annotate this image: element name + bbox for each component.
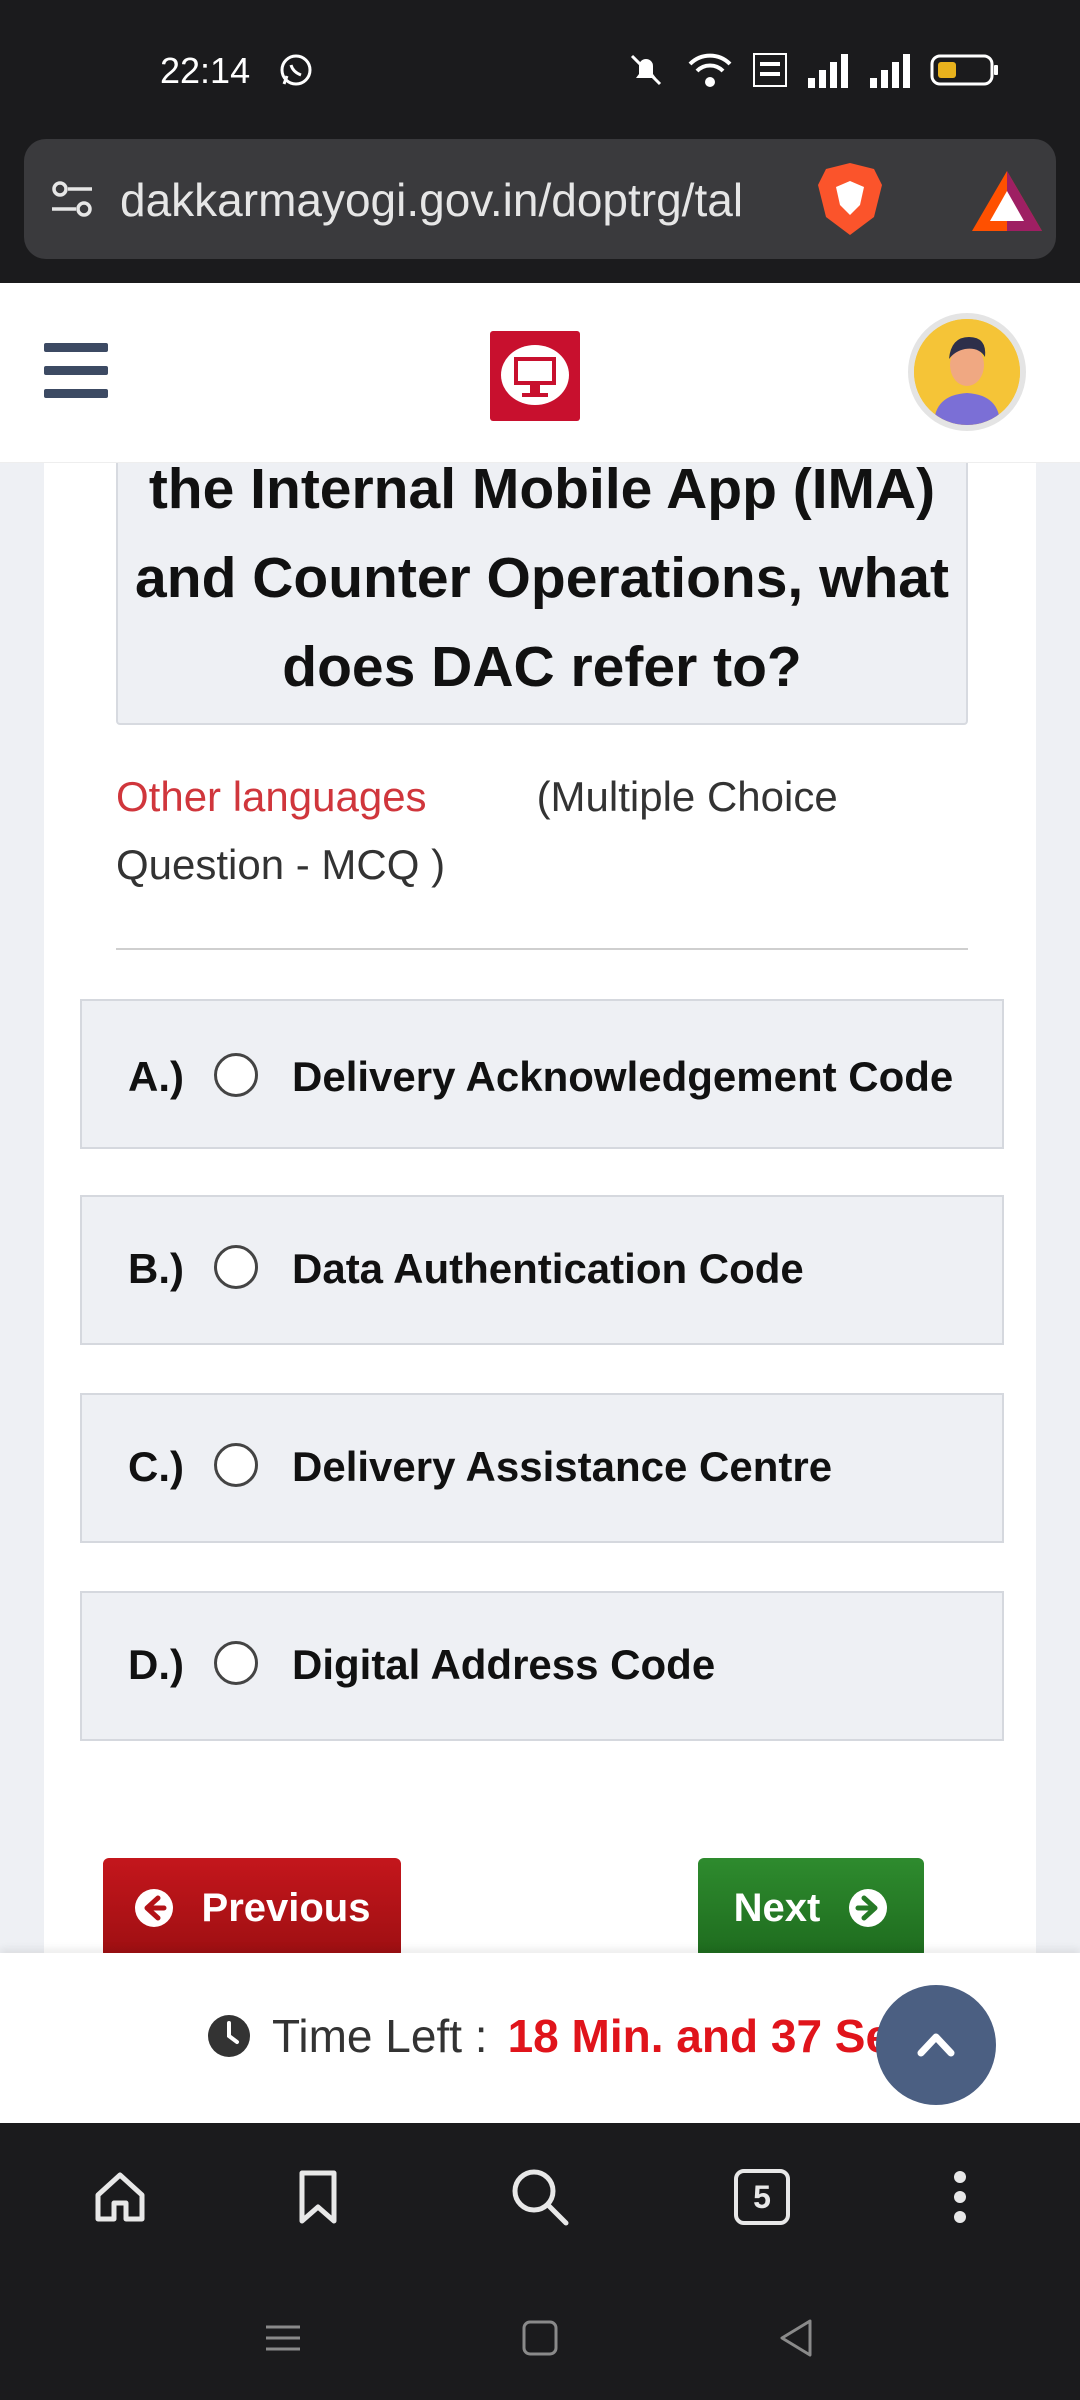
option-letter: A.) [128,1053,184,1100]
site-logo[interactable] [490,331,580,421]
more-vertical-icon [954,2171,966,2223]
timer-label: Time Left : [272,2010,488,2062]
option-b[interactable]: B.) Data Authentication Code [80,1195,1004,1345]
wifi-icon [688,53,732,87]
home-button[interactable] [84,2161,156,2233]
arrow-right-circle-icon [849,1889,888,1927]
menu-icon[interactable] [44,343,108,399]
option-text: Delivery Acknowledgement Code [292,1053,954,1100]
question-meta: Other languages (Multiple Choice Question… [116,763,976,899]
question-box: the Internal Mobile App (IMA) and Counte… [116,463,968,725]
option-c[interactable]: C.) Delivery Assistance Centre [80,1393,1004,1543]
status-bar: 22:14 [0,0,1080,140]
divider [116,948,968,950]
clock-icon [208,2015,250,2057]
brave-shield-icon[interactable] [814,161,886,237]
site-header [0,283,1080,463]
search-button[interactable] [504,2161,576,2233]
tabs-button[interactable]: 5 [726,2161,798,2233]
bookmark-icon [299,2170,337,2224]
signal-icon-2 [870,54,910,88]
back-icon[interactable] [772,2313,822,2363]
timer-bar: Time Left : 18 Min. and 37 Sec. [0,1953,1080,2123]
timer-value: 18 Min. and 37 Sec. [507,2010,930,2062]
chevron-up-icon [917,2033,955,2057]
more-button[interactable] [924,2161,996,2233]
option-text: Digital Address Code [292,1641,716,1688]
status-time: 22:14 [160,50,251,91]
url-bar[interactable]: dakkarmayogi.gov.in/doptrg/tal [24,139,1056,259]
brave-rewards-icon[interactable] [970,169,1044,233]
volte-icon [753,53,787,87]
timer: Time Left : 18 Min. and 37 Sec. [206,2009,929,2063]
system-nav-bar [0,2273,1080,2400]
radio-button[interactable] [214,1443,258,1487]
question-card: the Internal Mobile App (IMA) and Counte… [44,463,1036,1953]
option-a[interactable]: A.) Delivery Acknowledgement Code [80,999,1004,1149]
tab-count: 5 [734,2169,790,2225]
recents-icon[interactable] [258,2313,308,2363]
previous-label: Previous [201,1885,371,1930]
battery-icon [930,54,998,86]
radio-button[interactable] [214,1245,258,1289]
option-letter: D.) [128,1641,184,1688]
radio-button[interactable] [214,1641,258,1685]
previous-button[interactable]: Previous [103,1858,401,1953]
whatsapp-icon [280,54,312,86]
next-button[interactable]: Next [698,1858,924,1953]
url-text[interactable]: dakkarmayogi.gov.in/doptrg/tal [120,173,820,227]
bookmark-button[interactable] [282,2161,354,2233]
avatar[interactable] [908,313,1026,431]
logo-icon [501,345,569,405]
option-d[interactable]: D.) Digital Address Code [80,1591,1004,1741]
status-icons [624,48,1000,92]
option-text: Data Authentication Code [292,1245,804,1292]
question-text: the Internal Mobile App (IMA) and Counte… [135,463,949,699]
radio-button[interactable] [214,1053,258,1097]
scroll-to-top-button[interactable] [876,1985,996,2105]
option-text: Delivery Assistance Centre [292,1443,833,1490]
user-avatar-icon [914,319,1020,425]
main-content: the Internal Mobile App (IMA) and Counte… [0,463,1080,1953]
signal-icon-1 [808,54,848,88]
mute-icon [630,54,662,86]
other-languages-link[interactable]: Other languages [116,773,427,820]
option-letter: B.) [128,1245,184,1292]
site-settings-icon[interactable] [48,175,96,223]
home-square-icon[interactable] [515,2313,565,2363]
browser-toolbar: 5 [0,2123,1080,2273]
search-icon [512,2169,569,2226]
home-icon [95,2172,145,2222]
arrow-left-circle-icon [134,1889,173,1927]
next-label: Next [733,1885,821,1930]
option-letter: C.) [128,1443,184,1490]
